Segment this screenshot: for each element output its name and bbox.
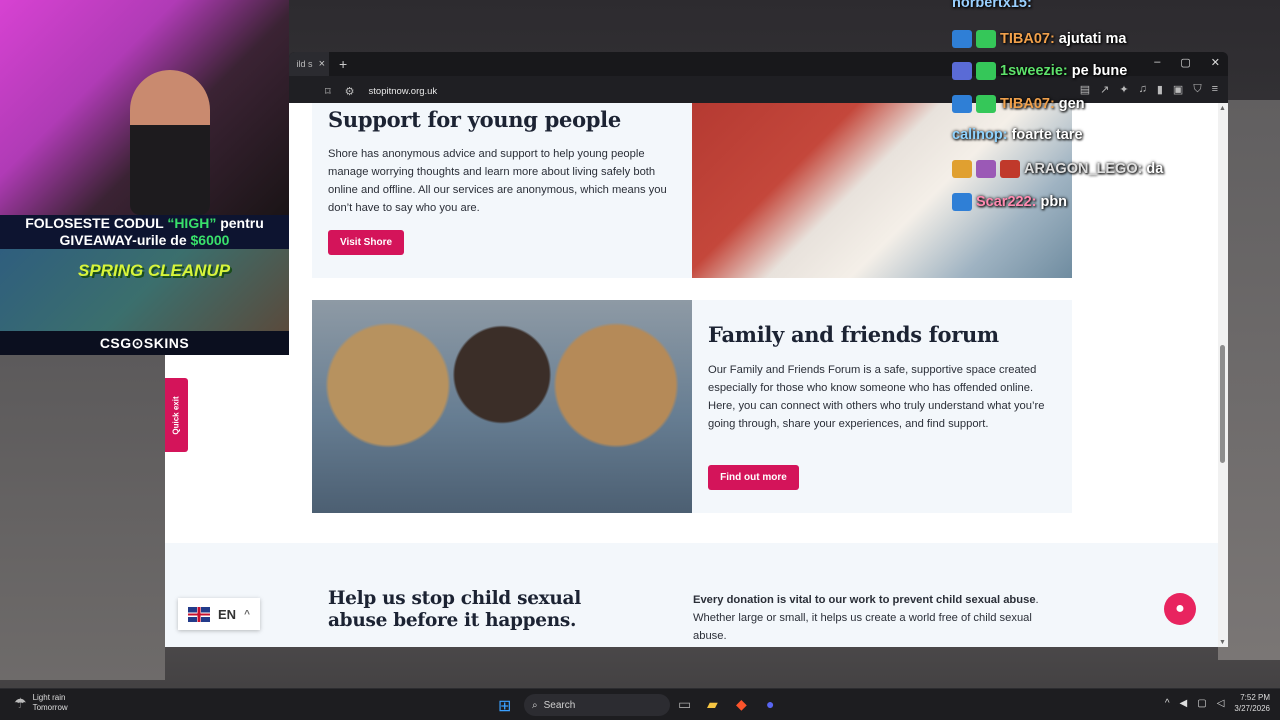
taskbar: ☂ Light rain Tomorrow ⊞ ⌕ Search ▭ ▰ ◆ ●…	[0, 688, 1280, 720]
badge-icon	[1000, 160, 1020, 178]
chat-bubble-button[interactable]: ●	[1164, 593, 1196, 625]
system-tray: ^ ◀ ▢ ◁ 7:52 PM 3/27/2026	[1165, 692, 1270, 714]
young-people-heading: Support for young people	[328, 107, 621, 132]
search-label: Search	[543, 699, 576, 711]
chevron-up-icon[interactable]: ^	[1165, 698, 1170, 709]
tab-title: ild s	[296, 59, 313, 69]
chat-message: calinop: foarte tare	[952, 127, 1083, 143]
bookmark-icon[interactable]: ⌑	[325, 85, 331, 98]
date: 3/27/2026	[1234, 704, 1270, 713]
streamer	[130, 70, 210, 215]
weather-sub: Tomorrow	[32, 703, 68, 712]
donation-text-bold: Every donation is vital to our work to p…	[693, 594, 1036, 606]
donation-text: Every donation is vital to our work to p…	[693, 591, 1053, 645]
windows-start-icon[interactable]: ⊞	[498, 696, 511, 716]
game-promo-image: SPRING CLEANUP	[0, 249, 289, 331]
scrollbar-thumb[interactable]	[1220, 345, 1225, 463]
badge-icon	[952, 95, 972, 113]
discord-icon[interactable]: ●	[766, 696, 774, 712]
search-icon: ⌕	[532, 699, 538, 711]
donation-heading: Help us stop child sexual abuse before i…	[328, 588, 581, 631]
young-people-body: Shore has anonymous advice and support t…	[328, 148, 667, 214]
volume-icon[interactable]: ◁	[1217, 698, 1225, 709]
chat-message: Scar222: pbn	[952, 193, 1067, 211]
task-view-icon[interactable]: ▭	[678, 696, 691, 713]
weather-widget[interactable]: ☂ Light rain Tomorrow	[14, 693, 68, 713]
cloud-rain-icon: ☂	[14, 695, 27, 711]
family-friends-card: Family and friends forum Our Family and …	[692, 300, 1072, 513]
quick-exit-button[interactable]: Quick exit	[165, 378, 188, 452]
badge-icon	[976, 62, 996, 80]
family-friends-image	[312, 300, 692, 513]
language-code: EN	[218, 606, 237, 622]
promo-line-2: GIVEAWAY-urile de $6000	[59, 232, 230, 248]
clock[interactable]: 7:52 PM 3/27/2026	[1234, 692, 1270, 714]
site-info-icon[interactable]: ⚙	[345, 85, 355, 98]
uk-flag-icon	[188, 606, 210, 622]
room-wall	[0, 355, 165, 680]
donation-band: Help us stop child sexual abuse before i…	[165, 543, 1218, 647]
file-explorer-icon[interactable]: ▰	[707, 696, 718, 713]
verified-icon	[976, 30, 996, 48]
find-out-more-button[interactable]: Find out more	[708, 465, 799, 490]
chat-message: TIBA07: ajutati ma	[952, 30, 1126, 48]
chat-icon: ●	[1175, 600, 1185, 617]
url-field[interactable]: stopitnow.org.uk	[369, 86, 438, 97]
badge-icon	[952, 193, 972, 211]
browser-tab[interactable]: ild s ×	[289, 52, 329, 76]
sponsor-logo: CSG⊙SKINS	[0, 331, 289, 355]
badge-icon	[952, 30, 972, 48]
taskbar-search[interactable]: ⌕ Search	[524, 694, 670, 716]
game-title: SPRING CLEANUP	[78, 261, 231, 280]
time: 7:52 PM	[1240, 693, 1270, 702]
brave-browser-icon[interactable]: ◆	[736, 696, 747, 713]
chat-message: 1sweezie: pe bune	[952, 62, 1127, 80]
chat-message: norbertx15:	[952, 0, 1032, 11]
chevron-up-icon: ^	[244, 608, 250, 620]
weather-text: Light rain	[32, 693, 66, 702]
badge-icon	[952, 160, 972, 178]
family-friends-heading: Family and friends forum	[708, 322, 999, 347]
verified-icon	[976, 95, 996, 113]
stream-chat: norbertx15: TIBA07: ajutati ma 1sweezie: p…	[952, 0, 1242, 215]
family-friends-body: Our Family and Friends Forum is a safe, …	[708, 364, 1045, 430]
display-icon[interactable]: ▢	[1197, 698, 1206, 709]
quick-exit-label: Quick exit	[172, 395, 181, 435]
young-people-card: Support for young people Shore has anony…	[312, 103, 692, 278]
webcam-overlay	[0, 0, 289, 215]
scroll-down-icon[interactable]: ▼	[1219, 639, 1226, 646]
promo-line-1: FOLOSESTE CODUL “HIGH” pentru	[25, 215, 264, 231]
tab-close-icon[interactable]: ×	[319, 58, 325, 70]
language-selector[interactable]: EN ^	[178, 598, 260, 630]
badge-icon	[952, 62, 972, 80]
badge-icon	[976, 160, 996, 178]
visit-shore-button[interactable]: Visit Shore	[328, 230, 404, 255]
promo-banner: FOLOSESTE CODUL “HIGH” pentru GIVEAWAY-u…	[0, 215, 289, 249]
new-tab-button[interactable]: +	[339, 56, 347, 72]
chat-message: ARAGON_LEGO: da	[952, 160, 1163, 178]
chat-message: TIBA07: gen	[952, 95, 1085, 113]
speaker-icon[interactable]: ◀	[1180, 698, 1188, 709]
